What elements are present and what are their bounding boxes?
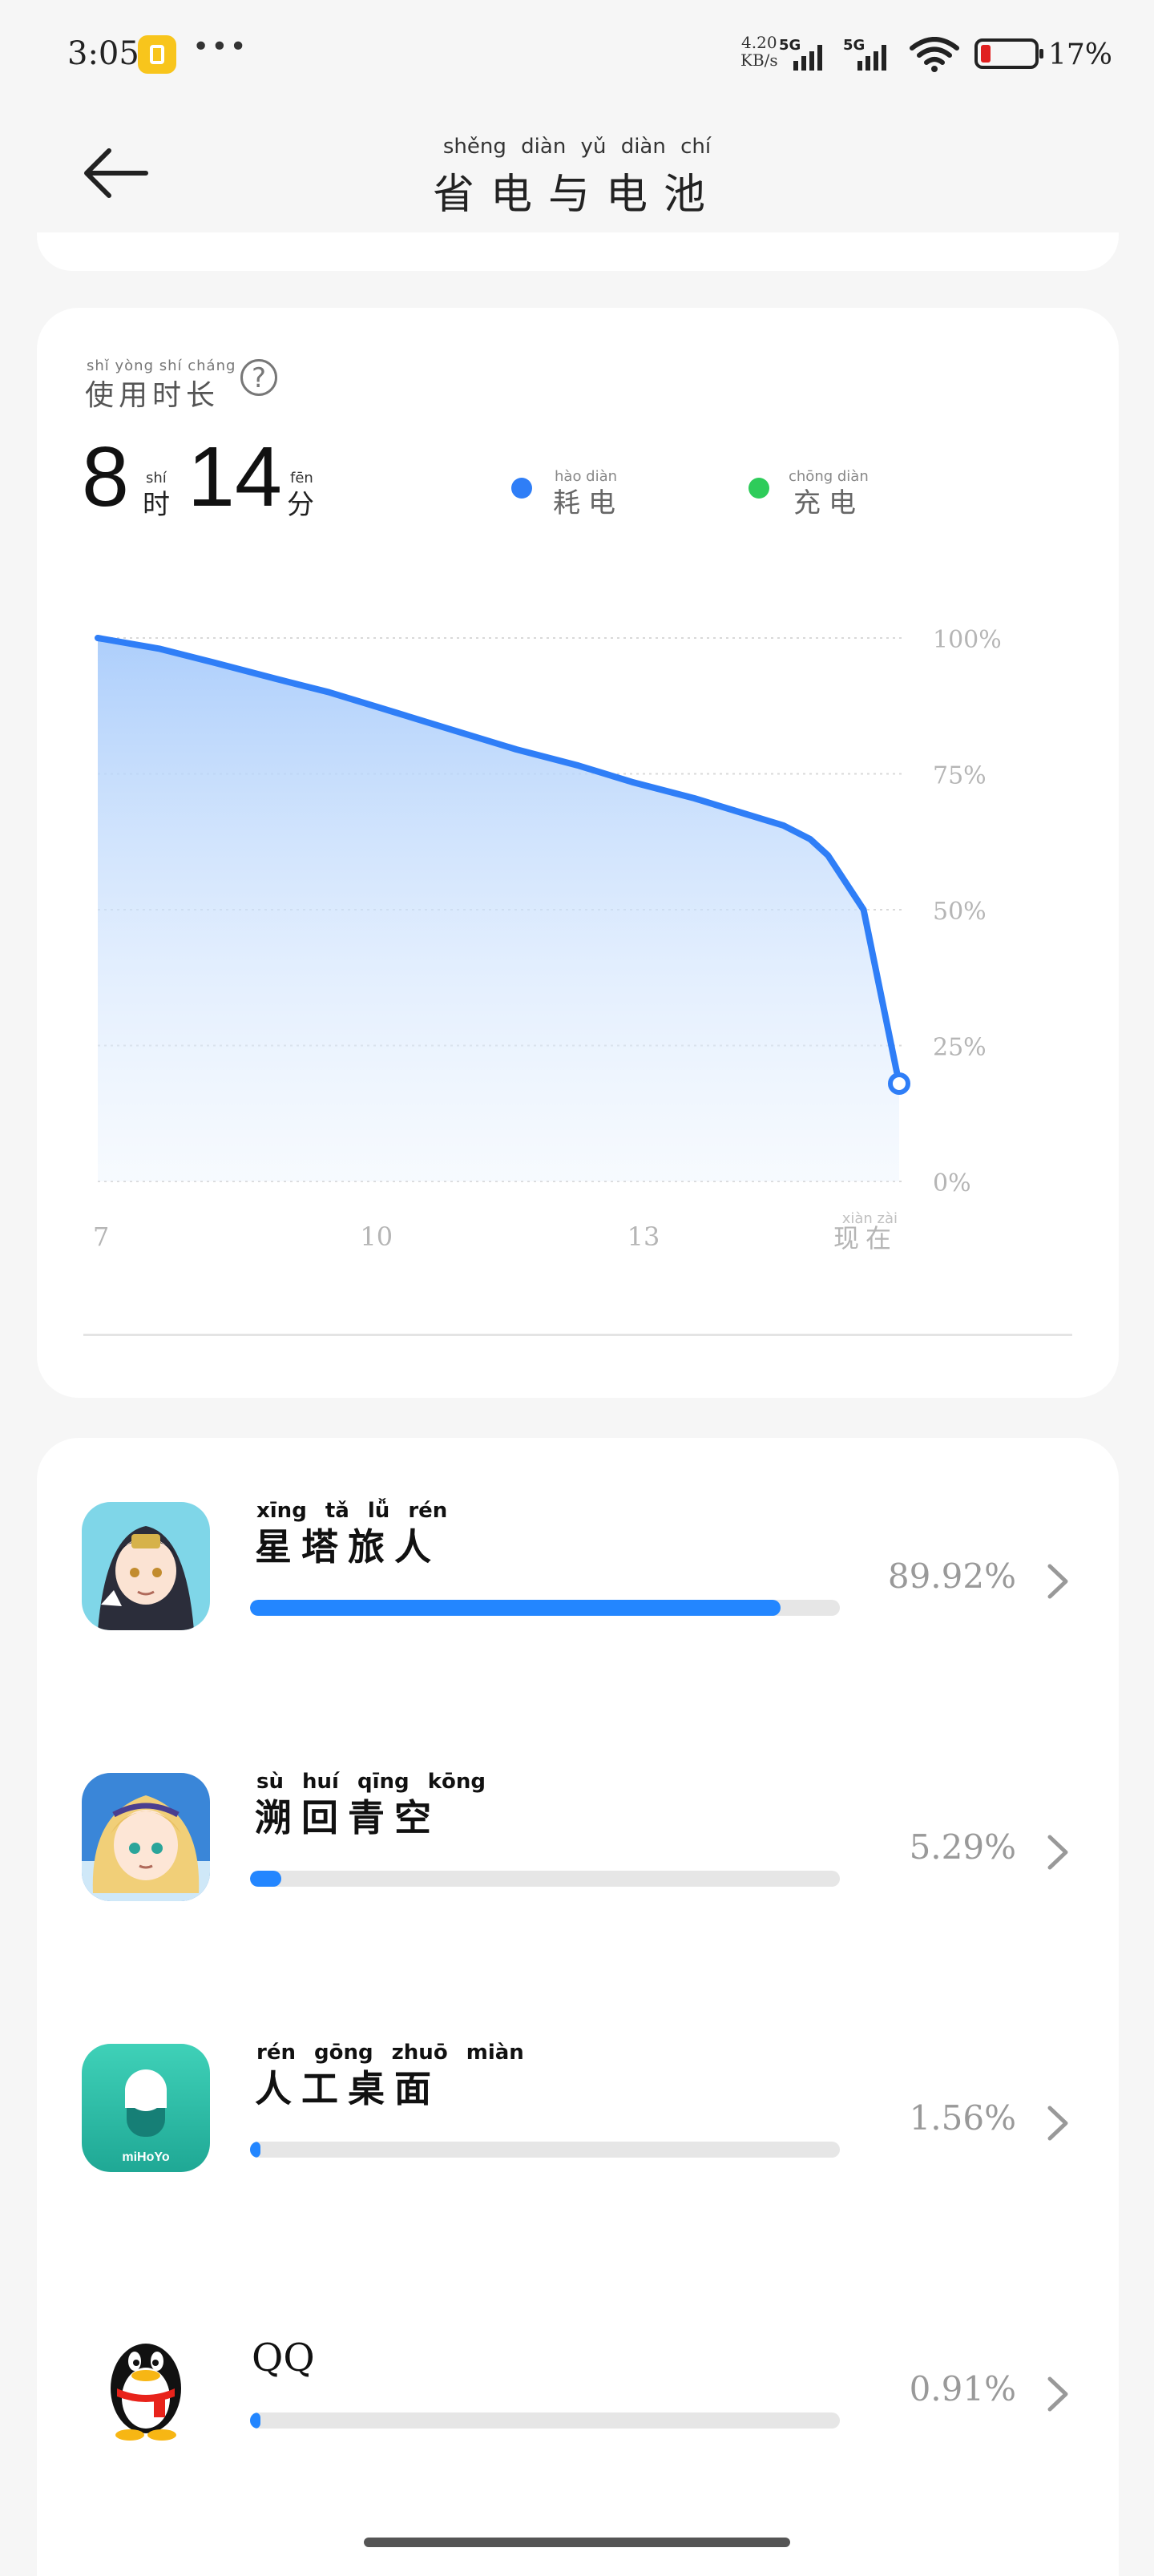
app-usage-percent: 5.29% (909, 1827, 1016, 1867)
app-usage-bar-fill (250, 1871, 281, 1887)
legend-drain-dot (511, 478, 532, 499)
app-usage-list: xīng tǎ lǚ rén 星塔旅人 89.92% sù huí qīng k… (37, 1438, 1119, 2576)
header: shěng diàn yǔ diàn chí 省电与电池 (0, 112, 1154, 232)
suhui-app-icon (82, 1773, 210, 1901)
app-name: 人工桌面 (255, 2067, 441, 2110)
more-notifications-icon: ••• (192, 30, 248, 63)
y-tick-label: 75% (933, 762, 987, 790)
app-name: 星塔旅人 (255, 1525, 441, 1569)
notification-app-icon (138, 35, 176, 74)
usage-minutes: 14 (188, 430, 282, 524)
app-name: QQ (252, 2336, 315, 2380)
page-title-pinyin: shěng diàn yǔ diàn chí (442, 135, 712, 159)
usage-hours: 8 (82, 430, 129, 524)
qq-app-icon (82, 2315, 210, 2443)
home-indicator[interactable] (364, 2538, 790, 2547)
network-speed-value: 4.20 (741, 33, 777, 52)
legend-charge-dot (748, 478, 769, 499)
hours-unit: 时 (143, 489, 170, 521)
y-tick-label: 0% (933, 1169, 971, 1197)
network-speed: 4.20 KB/s (740, 34, 778, 69)
mihoyo-logo-text: miHoYo (122, 2150, 169, 2164)
usage-card: shǐ yòng shí cháng 使用时长 ? 8 shí 时 14 fēn… (37, 308, 1119, 1398)
usage-label: 使用时长 (85, 379, 220, 412)
legend-drain-label: 耗电 (553, 487, 623, 519)
battery-icon (974, 38, 1043, 69)
app-row-suhui[interactable]: sù huí qīng kōng 溯回青空 5.29% (37, 1725, 1119, 1901)
app-usage-percent: 0.91% (909, 2369, 1016, 2408)
battery-chart[interactable]: 100%75%50%25%0% 7 10 13xiàn zài现在 (37, 612, 1119, 1302)
xingta-app-icon (82, 1502, 210, 1630)
app-usage-bar-fill (250, 2142, 261, 2158)
minutes-unit: 分 (287, 489, 314, 521)
app-usage-bar (250, 2412, 840, 2429)
chevron-right-icon (1047, 2376, 1068, 2412)
legend-charge-label: 充电 (793, 487, 864, 519)
chevron-right-icon (1047, 1835, 1068, 1870)
app-usage-bar-fill (250, 1600, 781, 1616)
battery-area (98, 638, 899, 1181)
battery-now-point (888, 1072, 910, 1095)
app-row-qq[interactable]: QQ 0.91% (37, 2267, 1119, 2443)
app-row-xingta[interactable]: xīng tǎ lǚ rén 星塔旅人 89.92% (37, 1454, 1119, 1630)
wifi-icon (910, 37, 959, 72)
x-tick-label: 7 (93, 1221, 109, 1252)
chevron-right-icon (1047, 1564, 1068, 1599)
app-row-rengong[interactable]: miHoYo rén gōng zhuō miàn 人工桌面 1.56% (37, 1996, 1119, 2172)
app-usage-bar (250, 1871, 840, 1887)
app-usage-bar (250, 2142, 840, 2158)
page-title-group: shěng diàn yǔ diàn chí 省电与电池 (0, 135, 1154, 220)
page-title: 省电与电池 (432, 171, 721, 219)
app-usage-percent: 89.92% (887, 1557, 1016, 1596)
chevron-right-icon (1047, 2106, 1068, 2141)
status-time: 3:05 (67, 35, 139, 72)
y-tick-label: 25% (933, 1034, 987, 1062)
x-tick-label: 10 (360, 1221, 393, 1252)
y-tick-label: 50% (933, 898, 987, 926)
status-bar: 3:05 ••• 4.20 KB/s 5G 5G 17% (0, 0, 1154, 112)
x-tick-label: 13 (627, 1221, 660, 1252)
chart-divider (83, 1334, 1072, 1336)
y-tick-label: 100% (933, 626, 1002, 654)
rengong-app-icon: miHoYo (82, 2044, 210, 2172)
app-usage-bar-fill (250, 2412, 261, 2429)
battery-percent: 17% (1048, 38, 1113, 71)
help-icon[interactable]: ? (240, 359, 277, 396)
app-usage-percent: 1.56% (909, 2098, 1016, 2138)
previous-card-bottom (37, 232, 1119, 271)
x-now-label: 现在 (833, 1223, 898, 1254)
app-usage-bar (250, 1600, 840, 1616)
network-speed-unit: KB/s (740, 50, 778, 70)
app-name: 溯回青空 (255, 1796, 441, 1839)
